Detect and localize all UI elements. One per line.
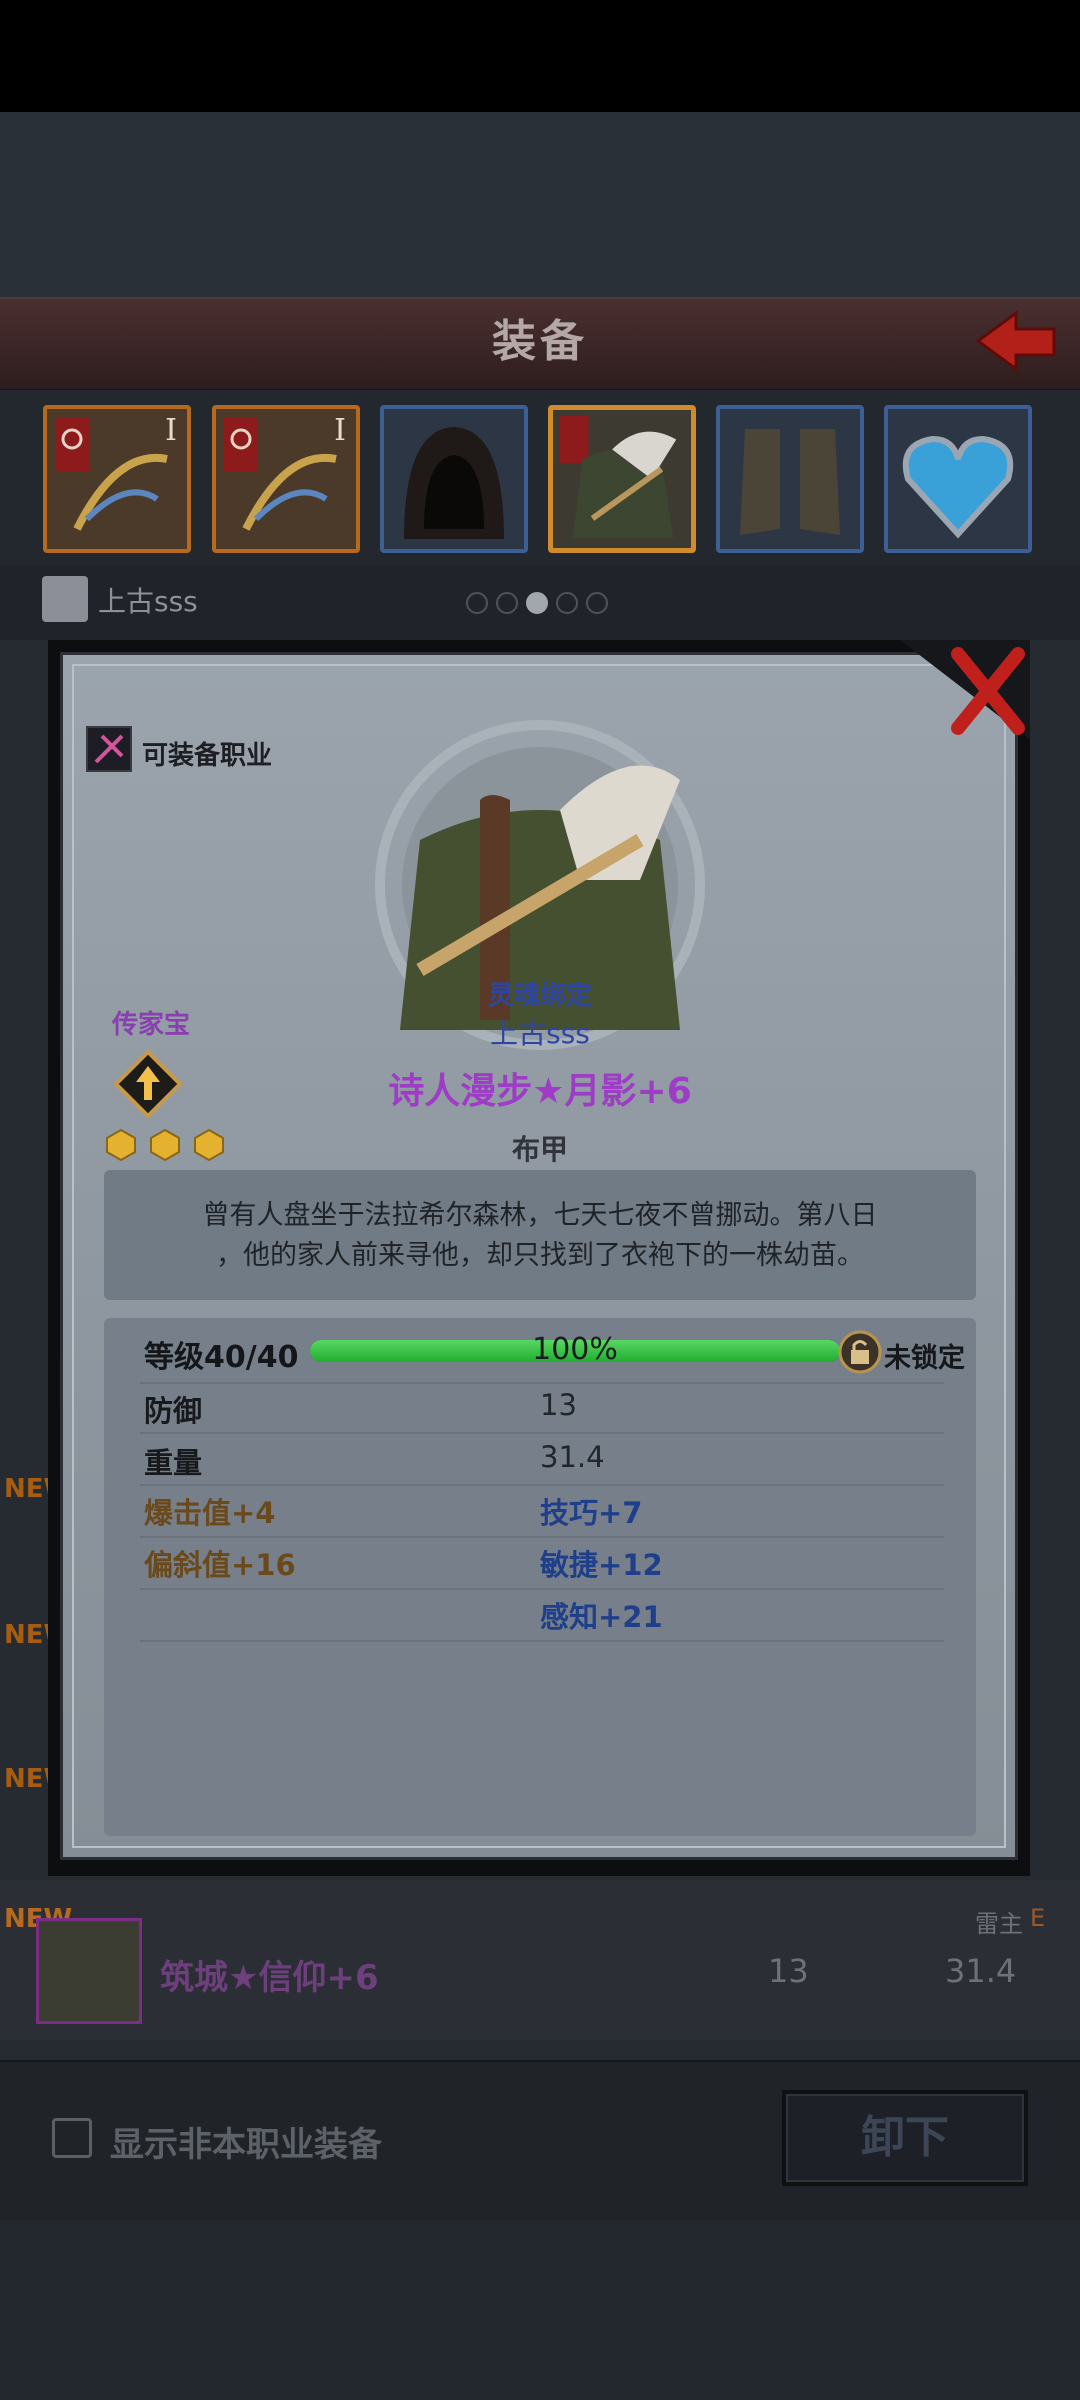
armor-icon xyxy=(558,415,677,539)
unequip-button[interactable]: 卸下 xyxy=(782,2090,1028,2186)
armor-slot[interactable] xyxy=(548,405,696,553)
page-dot[interactable] xyxy=(496,592,518,614)
description-line: 曾有人盘坐于法拉希尔森林，七天七夜不曾挪动。第八日 xyxy=(202,1200,878,1231)
defense-label: 防御 xyxy=(144,1394,203,1428)
page-dot-active[interactable] xyxy=(526,592,548,614)
crit-bonus: 爆击值+4 xyxy=(144,1496,276,1530)
divider xyxy=(140,1484,944,1486)
defense-value: 13 xyxy=(540,1388,577,1422)
divider xyxy=(140,1536,944,1538)
hood-slot[interactable] xyxy=(380,405,528,553)
hood-icon xyxy=(404,427,504,539)
item-name: 筑城★信仰+6 xyxy=(160,1958,379,1998)
item-description: 曾有人盘坐于法拉希尔森林，七天七夜不曾挪动。第八日 ，他的家人前来寻他，却只找到… xyxy=(140,1196,940,1276)
weapon-slot-1[interactable]: I xyxy=(43,405,191,553)
item-weight: 31.4 xyxy=(945,1952,1017,1990)
class-icon xyxy=(86,726,132,772)
armor-icon xyxy=(36,1918,142,2024)
top-background xyxy=(0,112,1080,297)
avatar[interactable] xyxy=(42,576,88,622)
lock-icon[interactable] xyxy=(838,1330,882,1374)
item-class-grade: E xyxy=(1030,1904,1046,1932)
rank-label: I xyxy=(334,413,346,448)
description-line: ，他的家人前来寻他，却只找到了衣袍下的一株幼苗。 xyxy=(216,1240,864,1271)
close-icon[interactable] xyxy=(900,640,1030,740)
divider xyxy=(140,1588,944,1590)
owner-name: 上古sss xyxy=(98,585,198,618)
boots-icon xyxy=(740,429,840,535)
heart-amulet-icon xyxy=(902,435,1014,539)
item-defense: 13 xyxy=(768,1952,809,1990)
show-non-class-checkbox[interactable] xyxy=(52,2118,92,2158)
divider xyxy=(140,1640,944,1642)
agility-bonus: 敏捷+12 xyxy=(540,1548,663,1582)
back-arrow-icon[interactable] xyxy=(970,305,1060,375)
item-type: 布甲 xyxy=(511,1133,568,1166)
weapon-slot-2[interactable]: I xyxy=(212,405,360,553)
divider xyxy=(140,1382,944,1384)
divider xyxy=(140,1432,944,1434)
bound-owner: 上古sss xyxy=(490,1017,590,1050)
show-non-class-label[interactable]: 显示非本职业装备 xyxy=(110,2117,382,2166)
amulet-slot[interactable] xyxy=(884,405,1032,553)
lock-status: 未锁定 xyxy=(884,1343,965,1374)
soulbound-label: 灵魂绑定 xyxy=(487,981,592,1011)
page-dot[interactable] xyxy=(586,592,608,614)
level-label: 等级40/40 xyxy=(144,1340,299,1375)
page-title: 装备 xyxy=(492,316,588,367)
heirloom-label: 传家宝 xyxy=(112,1010,191,1040)
weight-label: 重量 xyxy=(144,1446,203,1480)
boots-slot[interactable] xyxy=(716,405,864,553)
perception-bonus: 感知+21 xyxy=(540,1600,663,1634)
item-class: 雷主 xyxy=(975,1910,1023,1938)
deflect-bonus: 偏斜值+16 xyxy=(144,1548,296,1582)
item-title: 诗人漫步★月影+6 xyxy=(388,1071,692,1112)
rank-label: I xyxy=(165,413,177,448)
bottom-background xyxy=(0,2220,1080,2400)
page-dot[interactable] xyxy=(466,592,488,614)
weight-value: 31.4 xyxy=(540,1440,605,1474)
level-percent: 100% xyxy=(532,1332,618,1367)
skill-bonus: 技巧+7 xyxy=(540,1496,643,1530)
page-dot[interactable] xyxy=(556,592,578,614)
equippable-class-label: 可装备职业 xyxy=(142,741,273,771)
status-bar xyxy=(0,0,1080,112)
